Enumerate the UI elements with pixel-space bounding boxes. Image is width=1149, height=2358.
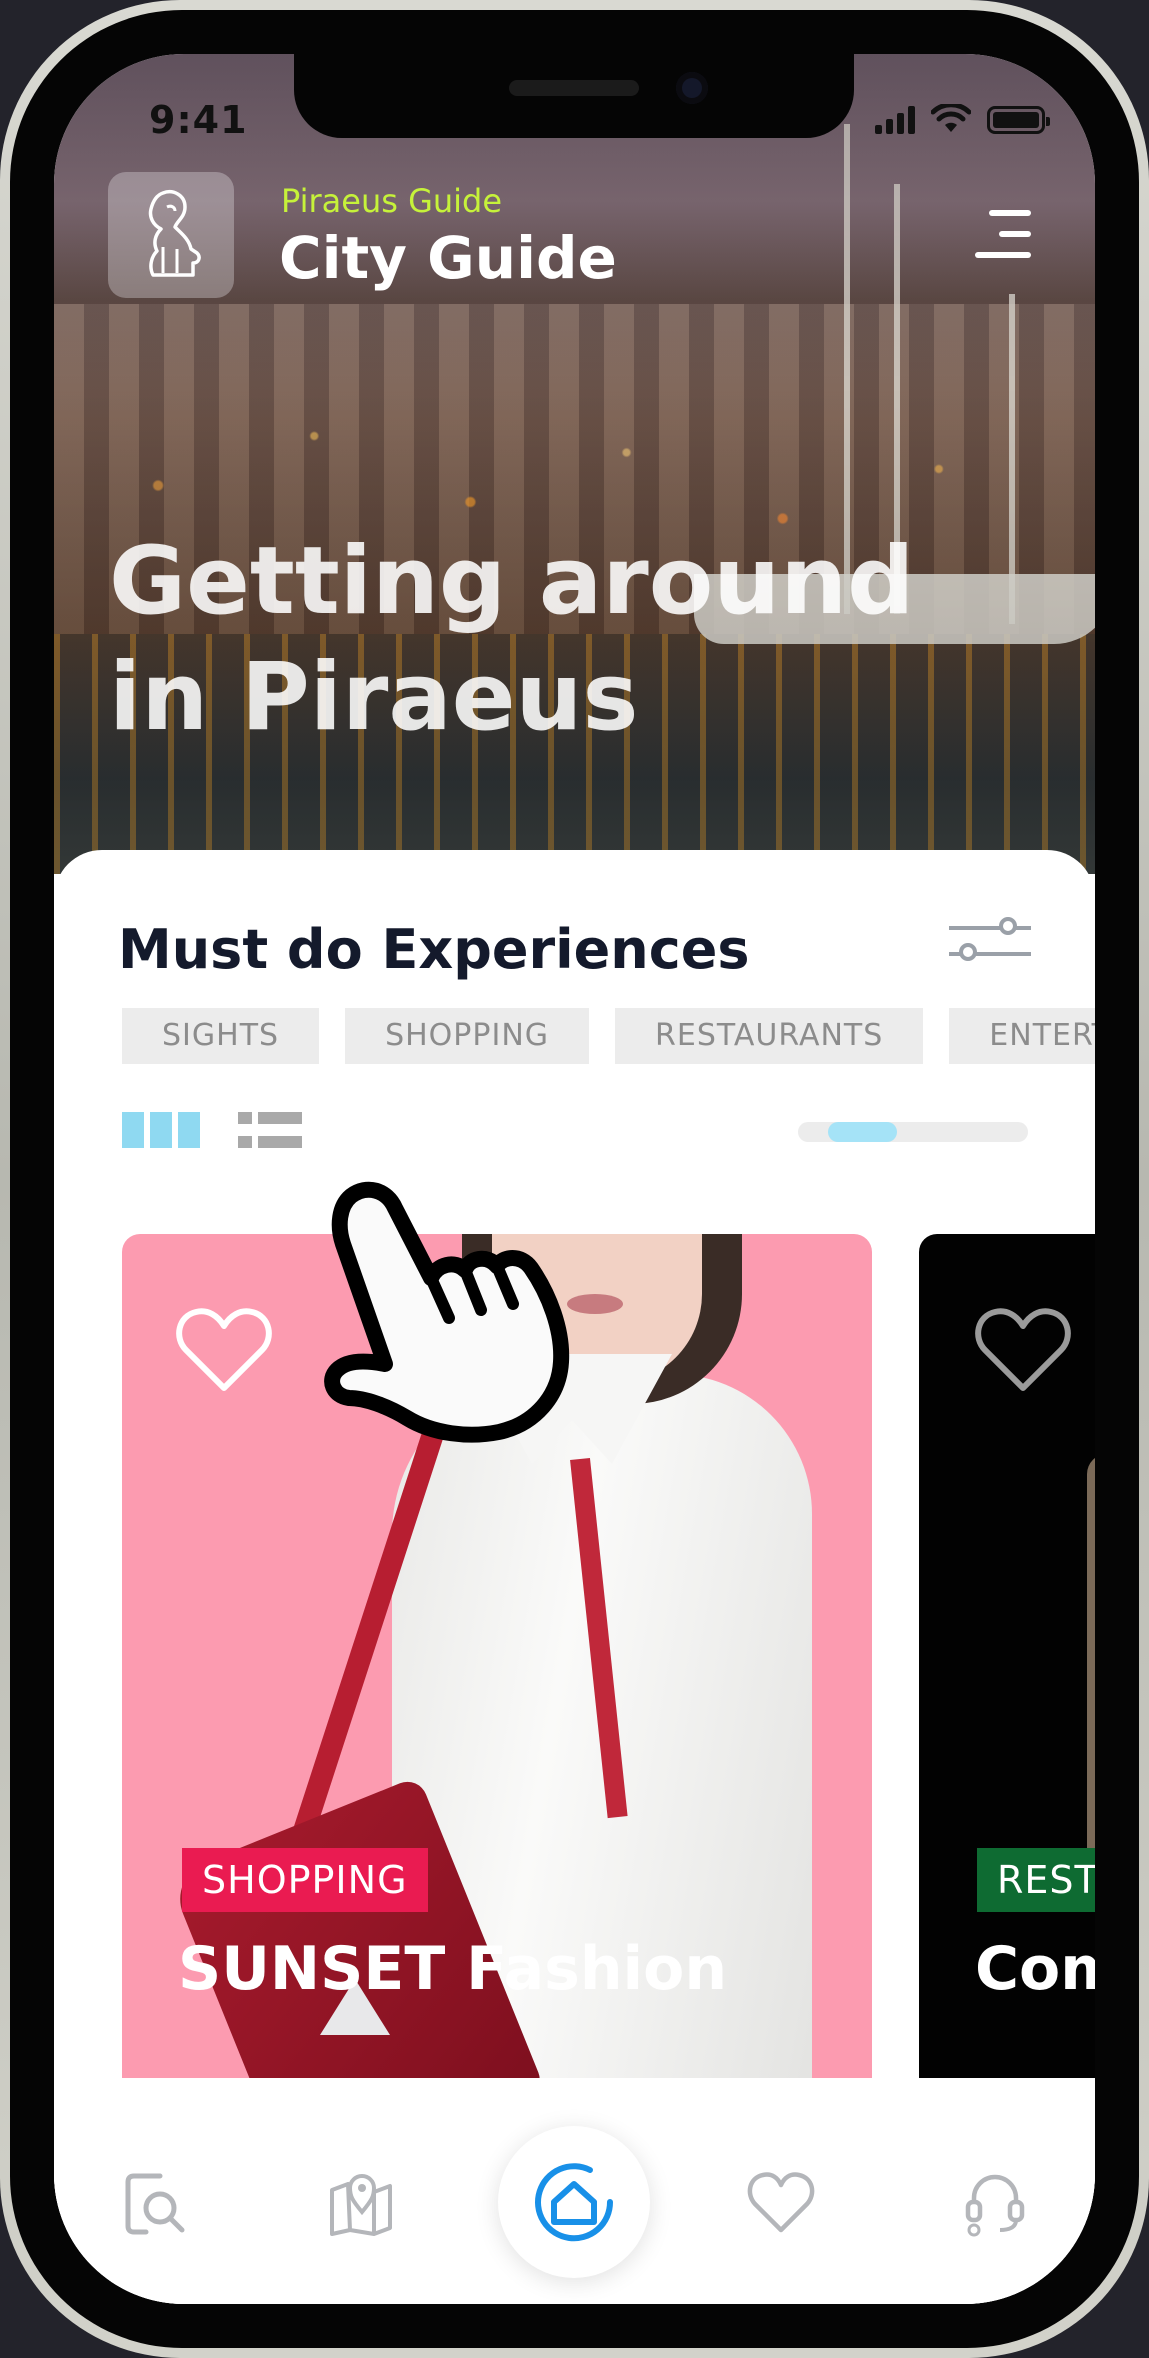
- sliders-icon[interactable]: [949, 906, 1031, 972]
- heart-outline-icon[interactable]: [973, 1304, 1073, 1394]
- tab-sights[interactable]: SIGHTS: [122, 1008, 320, 1064]
- section-title: Must do Experiences: [118, 918, 750, 981]
- tab-entertainment[interactable]: ENTERTA: [949, 1008, 1095, 1064]
- heart-icon[interactable]: [746, 2168, 816, 2238]
- search-document-icon[interactable]: [120, 2168, 190, 2238]
- list-view-icon[interactable]: [238, 1110, 306, 1152]
- tab-restaurants[interactable]: RESTAURANTS: [615, 1008, 924, 1064]
- category-badge: RESTA: [977, 1848, 1095, 1912]
- cellular-signal-icon: [875, 106, 915, 134]
- bottom-navigation: [54, 2078, 1095, 2304]
- hero-title: Getting around in Piraeus: [109, 524, 1009, 756]
- app-screen: 9:41 Piraeus Guide City Guide Getting ar…: [54, 54, 1095, 2304]
- wifi-icon: [931, 104, 971, 132]
- app-subtitle: Piraeus Guide: [281, 182, 503, 220]
- tab-shopping[interactable]: SHOPPING: [345, 1008, 590, 1064]
- carousel-scroll-thumb: [827, 1122, 897, 1142]
- heart-outline-icon[interactable]: [174, 1304, 274, 1394]
- lion-statue-icon: [148, 190, 201, 277]
- device-notch: [294, 54, 854, 138]
- support-headset-icon[interactable]: [960, 2168, 1030, 2238]
- app-title: City Guide: [279, 224, 617, 292]
- battery-icon: [987, 106, 1050, 134]
- category-tabs: SIGHTS SHOPPING RESTAURANTS ENTERTA: [122, 1008, 1095, 1064]
- carousel-scroll-indicator: [798, 1122, 1028, 1142]
- hero-title-line-2: in Piraeus: [109, 643, 639, 752]
- status-icons: [875, 104, 1050, 134]
- home-icon: [535, 2163, 614, 2242]
- camera-icon: [676, 72, 708, 104]
- home-button[interactable]: [498, 2126, 650, 2278]
- hero-title-line-1: Getting around: [109, 527, 915, 636]
- pointer-hand-icon: [324, 1181, 570, 1443]
- status-time: 9:41: [149, 98, 248, 142]
- experience-card[interactable]: RESTA Com: [919, 1234, 1095, 2128]
- grid-view-icon[interactable]: [122, 1112, 200, 1148]
- app-logo[interactable]: [108, 172, 234, 298]
- hamburger-menu-icon[interactable]: [971, 204, 1031, 264]
- card-title: SUNSET Fashion: [178, 1934, 728, 2004]
- map-pin-icon[interactable]: [326, 2168, 396, 2238]
- card-title: Com: [975, 1934, 1095, 2004]
- category-badge: SHOPPING: [182, 1848, 428, 1912]
